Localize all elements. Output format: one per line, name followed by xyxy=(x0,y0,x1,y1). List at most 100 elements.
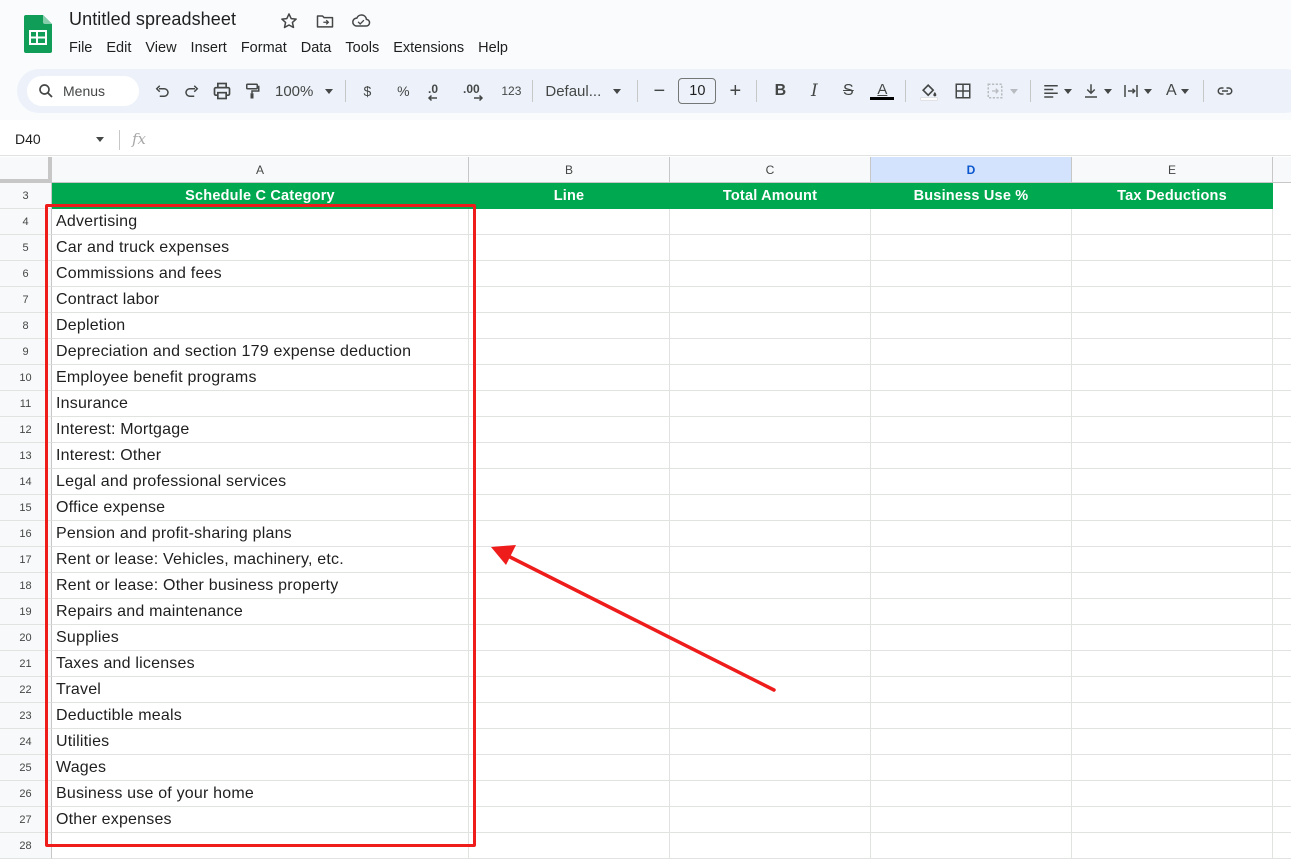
line-cell[interactable] xyxy=(469,365,670,391)
tax-deductions-cell[interactable] xyxy=(1072,365,1273,391)
total-amount-cell[interactable] xyxy=(670,833,871,859)
business-use-cell[interactable] xyxy=(871,755,1072,781)
menu-data[interactable]: Data xyxy=(294,38,339,58)
row-number[interactable]: 15 xyxy=(0,495,52,521)
row-number[interactable]: 7 xyxy=(0,287,52,313)
tax-deductions-cell[interactable] xyxy=(1072,209,1273,235)
borders-icon[interactable] xyxy=(946,76,980,106)
category-cell[interactable]: Contract labor xyxy=(52,287,469,313)
business-use-cell[interactable] xyxy=(871,729,1072,755)
total-amount-cell[interactable] xyxy=(670,339,871,365)
row-number[interactable]: 16 xyxy=(0,521,52,547)
line-cell[interactable] xyxy=(469,417,670,443)
search-menus-button[interactable]: Menus xyxy=(27,76,139,106)
line-cell[interactable] xyxy=(469,625,670,651)
tax-deductions-cell[interactable] xyxy=(1072,469,1273,495)
zoom-select[interactable]: 100% xyxy=(267,83,339,100)
empty-cell[interactable] xyxy=(1273,781,1291,807)
tax-deductions-cell[interactable] xyxy=(1072,703,1273,729)
header-cell-total-amount[interactable]: Total Amount xyxy=(670,183,871,209)
line-cell[interactable] xyxy=(469,807,670,833)
row-number[interactable]: 18 xyxy=(0,573,52,599)
tax-deductions-cell[interactable] xyxy=(1072,729,1273,755)
category-cell[interactable]: Legal and professional services xyxy=(52,469,469,495)
tax-deductions-cell[interactable] xyxy=(1072,235,1273,261)
document-title[interactable]: Untitled spreadsheet xyxy=(69,9,236,30)
redo-icon[interactable] xyxy=(177,76,207,106)
empty-cell[interactable] xyxy=(1273,755,1291,781)
business-use-cell[interactable] xyxy=(871,443,1072,469)
empty-cell[interactable] xyxy=(1273,521,1291,547)
tax-deductions-cell[interactable] xyxy=(1072,573,1273,599)
line-cell[interactable] xyxy=(469,209,670,235)
decrease-font-size-button[interactable]: − xyxy=(644,76,674,106)
header-cell-category[interactable]: Schedule C Category xyxy=(52,183,469,209)
menu-view[interactable]: View xyxy=(138,38,183,58)
column-header-e[interactable]: E xyxy=(1072,157,1273,183)
business-use-cell[interactable] xyxy=(871,677,1072,703)
tax-deductions-cell[interactable] xyxy=(1072,807,1273,833)
vertical-align-icon[interactable] xyxy=(1077,76,1117,106)
total-amount-cell[interactable] xyxy=(670,443,871,469)
tax-deductions-cell[interactable] xyxy=(1072,443,1273,469)
total-amount-cell[interactable] xyxy=(670,677,871,703)
category-cell[interactable]: Supplies xyxy=(52,625,469,651)
tax-deductions-cell[interactable] xyxy=(1072,677,1273,703)
tax-deductions-cell[interactable] xyxy=(1072,339,1273,365)
name-box[interactable]: D40 xyxy=(15,131,41,147)
empty-cell[interactable] xyxy=(1273,339,1291,365)
total-amount-cell[interactable] xyxy=(670,547,871,573)
category-cell[interactable]: Depletion xyxy=(52,313,469,339)
move-folder-icon[interactable] xyxy=(314,10,336,32)
line-cell[interactable] xyxy=(469,833,670,859)
tax-deductions-cell[interactable] xyxy=(1072,547,1273,573)
line-cell[interactable] xyxy=(469,287,670,313)
menu-tools[interactable]: Tools xyxy=(338,38,386,58)
menu-edit[interactable]: Edit xyxy=(99,38,138,58)
column-header-f[interactable] xyxy=(1273,157,1291,183)
tax-deductions-cell[interactable] xyxy=(1072,625,1273,651)
font-select[interactable]: Defaul... xyxy=(539,83,631,100)
undo-icon[interactable] xyxy=(147,76,177,106)
decrease-decimal-button[interactable]: .0 xyxy=(422,76,454,106)
row-number[interactable]: 10 xyxy=(0,365,52,391)
line-cell[interactable] xyxy=(469,703,670,729)
business-use-cell[interactable] xyxy=(871,703,1072,729)
empty-cell[interactable] xyxy=(1273,547,1291,573)
empty-cell[interactable] xyxy=(1273,495,1291,521)
total-amount-cell[interactable] xyxy=(670,599,871,625)
tax-deductions-cell[interactable] xyxy=(1072,651,1273,677)
business-use-cell[interactable] xyxy=(871,495,1072,521)
menu-help[interactable]: Help xyxy=(471,38,515,58)
star-icon[interactable] xyxy=(278,10,300,32)
business-use-cell[interactable] xyxy=(871,313,1072,339)
cloud-saved-icon[interactable] xyxy=(350,10,372,32)
total-amount-cell[interactable] xyxy=(670,521,871,547)
tax-deductions-cell[interactable] xyxy=(1072,833,1273,859)
tax-deductions-cell[interactable] xyxy=(1072,261,1273,287)
category-cell[interactable]: Advertising xyxy=(52,209,469,235)
empty-cell[interactable] xyxy=(1273,651,1291,677)
column-header-a[interactable]: A xyxy=(52,157,469,183)
total-amount-cell[interactable] xyxy=(670,807,871,833)
row-number[interactable]: 4 xyxy=(0,209,52,235)
line-cell[interactable] xyxy=(469,547,670,573)
fill-color-icon[interactable] xyxy=(912,76,946,106)
row-number[interactable]: 3 xyxy=(0,183,52,209)
category-cell[interactable] xyxy=(52,833,469,859)
category-cell[interactable]: Employee benefit programs xyxy=(52,365,469,391)
empty-cell[interactable] xyxy=(1273,703,1291,729)
total-amount-cell[interactable] xyxy=(670,573,871,599)
line-cell[interactable] xyxy=(469,729,670,755)
merge-cells-icon[interactable] xyxy=(980,76,1024,106)
line-cell[interactable] xyxy=(469,391,670,417)
line-cell[interactable] xyxy=(469,313,670,339)
business-use-cell[interactable] xyxy=(871,287,1072,313)
empty-cell[interactable] xyxy=(1273,677,1291,703)
empty-cell[interactable] xyxy=(1273,287,1291,313)
total-amount-cell[interactable] xyxy=(670,625,871,651)
line-cell[interactable] xyxy=(469,521,670,547)
row-number[interactable]: 23 xyxy=(0,703,52,729)
category-cell[interactable]: Taxes and licenses xyxy=(52,651,469,677)
empty-cell[interactable] xyxy=(1273,235,1291,261)
